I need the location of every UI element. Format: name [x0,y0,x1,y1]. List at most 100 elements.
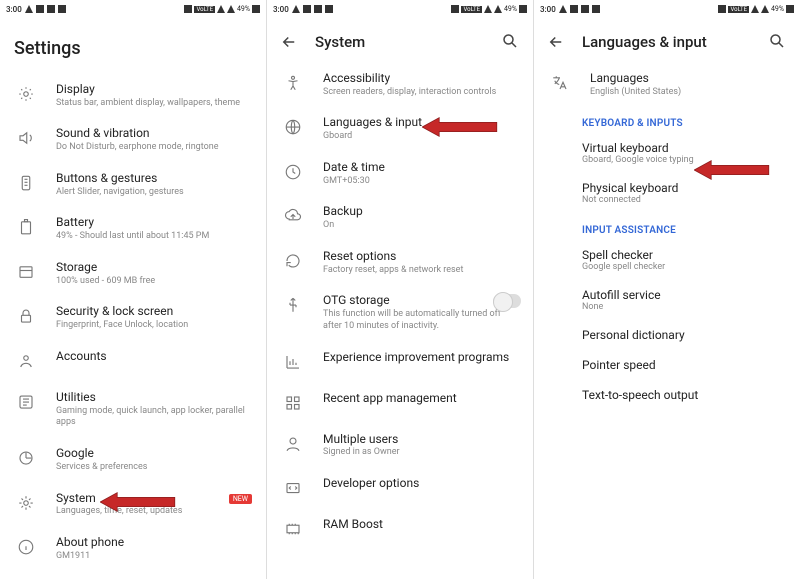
row-sub: Status bar, ambient display, wallpapers,… [56,98,252,110]
header: Languages & input [534,18,800,62]
system-row[interactable]: Recent app management [267,382,533,423]
row-title: Date & time [323,159,519,176]
signal-icon [484,5,492,13]
status-bar: 3:00 VoLTE 49% [267,0,533,18]
buttons-icon [14,171,38,195]
system-icon [14,491,38,515]
row-title: Security & lock screen [56,303,252,320]
row-title: Autofill service [582,288,786,302]
row-title: Experience improvement programs [323,349,519,366]
system-row[interactable]: Multiple usersSigned in as Owner [267,423,533,467]
system-row[interactable]: Reset optionsFactory reset, apps & netwo… [267,240,533,284]
row-sub: Factory reset, apps & network reset [323,265,519,277]
section-keyboard-inputs: KEYBOARD & INPUTS [534,106,800,133]
system-row[interactable]: RAM Boost [267,508,533,549]
notif-icon [47,5,55,13]
row-title: Multiple users [323,431,519,448]
assist-row[interactable]: Spell checkerGoogle spell checker [534,240,800,280]
row-title: Utilities [56,389,252,406]
settings-row[interactable]: DisplayStatus bar, ambient display, wall… [0,73,266,117]
new-badge: NEW [229,494,252,504]
settings-row[interactable]: Accounts [0,340,266,381]
row-sub: GMT+05:30 [323,176,519,188]
globe-icon [281,115,305,139]
assist-row[interactable]: Autofill serviceNone [534,280,800,320]
languages-row[interactable]: Languages English (United States) [534,62,800,106]
back-button[interactable] [546,32,566,52]
assist-row[interactable]: Pointer speed [534,350,800,380]
system-list[interactable]: AccessibilityScreen readers, display, in… [267,62,533,579]
row-title: Sound & vibration [56,125,252,142]
row-title: OTG storage [323,292,519,309]
battery-icon [786,5,794,13]
settings-list[interactable]: DisplayStatus bar, ambient display, wall… [0,73,266,579]
page-title: System [315,33,501,51]
clock-icon [281,160,305,184]
notif-icon [36,5,44,13]
row-sub: Screen readers, display, interaction con… [323,87,519,99]
system-row[interactable]: Experience improvement programs [267,341,533,382]
accessibility-icon [281,71,305,95]
row-title: Backup [323,203,519,220]
assist-row[interactable]: Personal dictionary [534,320,800,350]
battery-text: 49% [771,5,784,13]
row-sub: 49% - Should last until about 11:45 PM [56,231,252,243]
system-row[interactable]: BackupOn [267,195,533,239]
system-row[interactable]: Languages & inputGboard [267,106,533,150]
sound-icon [14,126,38,150]
back-button[interactable] [279,32,299,52]
account-icon [14,349,38,373]
volte-icon: VoLTE [461,6,482,13]
row-title: Languages [590,70,786,87]
settings-row[interactable]: Storage100% used - 609 MB free [0,251,266,295]
settings-row[interactable]: Sound & vibrationDo Not Disturb, earphon… [0,117,266,161]
battery-icon [252,5,260,13]
settings-row[interactable]: Security & lock screenFingerprint, Face … [0,295,266,339]
notif-icon [570,5,578,13]
row-title: Google [56,445,252,462]
user-icon [281,432,305,456]
keyboard-row[interactable]: Virtual keyboardGboard, Google voice typ… [534,133,800,173]
row-sub: Services & preferences [56,462,252,474]
row-sub: None [582,302,786,312]
status-bar: 3:00 VoLTE 49% [534,0,800,18]
notif-icon [325,5,333,13]
row-title: Languages & input [323,114,519,131]
toggle[interactable] [493,294,521,308]
search-button[interactable] [768,32,788,52]
backup-icon [281,204,305,228]
system-row[interactable]: AccessibilityScreen readers, display, in… [267,62,533,106]
settings-row[interactable]: About phoneGM1911 [0,526,266,570]
signal-icon [751,5,759,13]
system-row[interactable]: Developer options [267,467,533,508]
row-sub: On [323,220,519,232]
row-sub: Languages, time, reset, updates [56,506,252,518]
row-title: Accessibility [323,70,519,87]
row-title: Display [56,81,252,98]
settings-row[interactable]: UtilitiesGaming mode, quick launch, app … [0,381,266,437]
system-row[interactable]: Date & timeGMT+05:30 [267,151,533,195]
system-row[interactable]: OTG storageThis function will be automat… [267,284,533,340]
settings-row[interactable]: Battery49% - Should last until about 11:… [0,206,266,250]
row-title: RAM Boost [323,516,519,533]
settings-row[interactable]: Buttons & gesturesAlert Slider, navigati… [0,162,266,206]
assist-row[interactable]: Text-to-speech output [534,380,800,410]
page-title: Languages & input [582,33,768,51]
page-title: Settings [0,18,266,73]
display-icon [14,82,38,106]
lang-input-list[interactable]: Languages English (United States) KEYBOA… [534,62,800,579]
notif-icon [303,5,311,13]
alarm-icon [184,5,192,13]
keyboard-row[interactable]: Physical keyboardNot connected [534,173,800,213]
usb-icon [281,293,305,317]
settings-row[interactable]: GoogleServices & preferences [0,437,266,481]
settings-row[interactable]: SystemLanguages, time, reset, updatesNEW [0,482,266,526]
row-title: Physical keyboard [582,181,786,195]
row-title: Recent app management [323,390,519,407]
system-pane: 3:00 VoLTE 49% System AccessibilityScree… [266,0,533,579]
notif-icon [559,5,567,13]
row-title: About phone [56,534,252,551]
row-title: Pointer speed [582,358,786,372]
volte-icon: VoLTE [728,6,749,13]
search-button[interactable] [501,32,521,52]
